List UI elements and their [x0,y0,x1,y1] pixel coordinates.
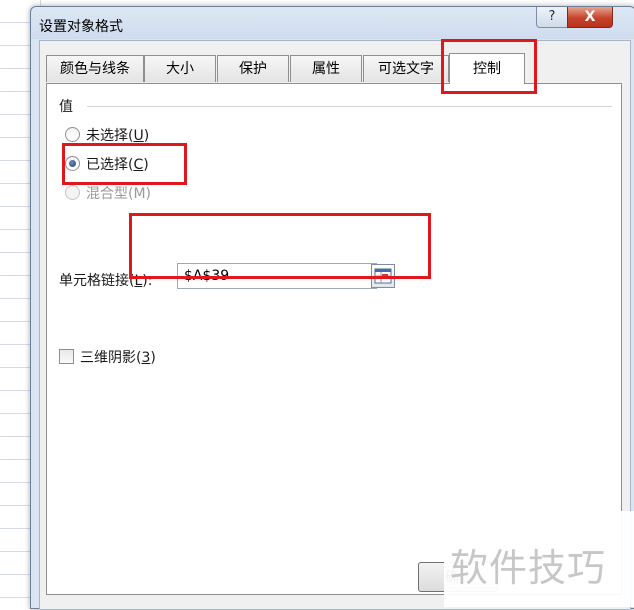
tab-colors-lines[interactable]: 颜色与线条 [46,55,144,82]
close-icon: X [584,9,596,25]
radio-circle [65,127,80,142]
tab-size[interactable]: 大小 [144,55,216,82]
help-icon: ? [548,9,556,24]
highlight-cell-link [129,213,431,279]
shading-row[interactable]: 三维阴影(3) [59,348,156,368]
radio-mixed: 混合型(M) [65,184,151,204]
section-divider [87,106,612,107]
watermark: 软件技巧 [444,511,634,607]
title-bar: 设置对象格式 ? X [31,7,634,39]
value-section-label: 值 [59,99,73,115]
watermark-text: 软件技巧 [450,546,607,590]
close-button[interactable]: X [567,7,613,28]
tab-properties[interactable]: 属性 [290,55,362,82]
help-button[interactable]: ? [536,7,568,28]
tab-protection[interactable]: 保护 [217,55,289,82]
radio-circle-disabled [65,185,80,200]
shading-checkbox[interactable] [59,349,74,364]
highlight-tab-control [441,39,537,94]
dialog-title: 设置对象格式 [39,19,123,35]
tab-alt-text[interactable]: 可选文字 [363,55,449,82]
highlight-checked-option [62,143,187,185]
